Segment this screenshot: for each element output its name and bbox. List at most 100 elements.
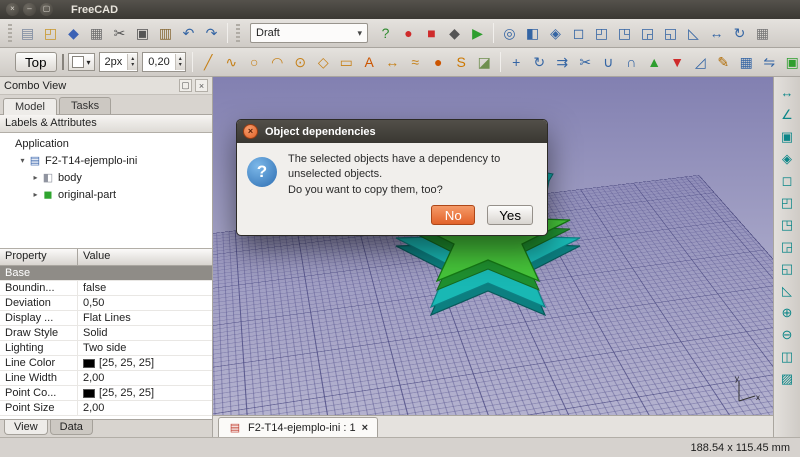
front-view-icon[interactable]: ◻ xyxy=(777,170,798,191)
3d-viewport[interactable]: y x × Object dependencies ? The selected… xyxy=(213,77,773,415)
float-panel-icon[interactable]: ▢ xyxy=(179,79,192,92)
paste-icon[interactable]: ▥ xyxy=(155,23,176,44)
document-tab[interactable]: ▤ F2-T14-ejemplo-ini : 1 × xyxy=(218,417,378,437)
rear-view-icon[interactable]: ◲ xyxy=(637,23,658,44)
draft-polygon-icon[interactable]: ◇ xyxy=(313,52,334,73)
draft-polyline-icon[interactable]: ∿ xyxy=(221,52,242,73)
open-document-icon[interactable]: ◰ xyxy=(40,23,61,44)
workbench-selector[interactable]: Draft ▾ xyxy=(250,23,368,43)
angle-measure-icon[interactable]: ∠ xyxy=(777,104,798,125)
minimize-button[interactable]: – xyxy=(23,3,36,16)
left-view-icon[interactable]: ◺ xyxy=(777,280,798,301)
line-color-swatch[interactable] xyxy=(62,54,64,70)
draft-offset-icon[interactable]: ⇉ xyxy=(552,52,573,73)
property-row[interactable]: Display ...Flat Lines xyxy=(0,311,212,326)
top-view-icon[interactable]: ◰ xyxy=(777,192,798,213)
toolbar-grip[interactable] xyxy=(236,24,240,42)
axonometric-view-icon[interactable]: ◈ xyxy=(545,23,566,44)
property-group-header[interactable]: Base xyxy=(0,266,212,281)
measure-distance-icon[interactable]: ↔ xyxy=(706,23,727,44)
property-row[interactable]: LightingTwo side xyxy=(0,341,212,356)
right-view-icon[interactable]: ◳ xyxy=(777,214,798,235)
tree-item-application[interactable]: Application xyxy=(0,135,212,152)
draft-scale-icon[interactable]: ◿ xyxy=(690,52,711,73)
new-document-icon[interactable]: ▤ xyxy=(17,23,38,44)
draft-array-icon[interactable]: ▦ xyxy=(736,52,757,73)
zoom-in-icon[interactable]: ⊕ xyxy=(777,302,798,323)
right-view-icon[interactable]: ◳ xyxy=(614,23,635,44)
bottom-view-icon[interactable]: ◱ xyxy=(660,23,681,44)
draft-clone-icon[interactable]: ▣ xyxy=(782,52,800,73)
axonometric-view-icon[interactable]: ◈ xyxy=(777,148,798,169)
texture-view-icon[interactable]: ▨ xyxy=(777,368,798,389)
face-color-dropdown[interactable]: ▾ xyxy=(68,53,95,71)
close-panel-icon[interactable]: × xyxy=(195,79,208,92)
dialog-close-button[interactable]: × xyxy=(243,124,258,139)
draft-line-icon[interactable]: ╱ xyxy=(198,52,219,73)
tree-item-document[interactable]: ▾▤F2-T14-ejemplo-ini xyxy=(0,152,212,169)
tree-item-original-part[interactable]: ▸◼original-part xyxy=(0,186,212,203)
property-row[interactable]: Boundin...false xyxy=(0,281,212,296)
yes-button[interactable]: Yes xyxy=(487,205,533,225)
draft-point-icon[interactable]: ● xyxy=(428,52,449,73)
property-row[interactable]: Draw StyleSolid xyxy=(0,326,212,341)
tab-data[interactable]: Data xyxy=(50,420,93,435)
expander-icon[interactable]: ▾ xyxy=(17,156,28,165)
draft-trimex-icon[interactable]: ✂ xyxy=(575,52,596,73)
close-document-icon[interactable]: × xyxy=(362,422,368,434)
tab-tasks[interactable]: Tasks xyxy=(59,97,111,114)
toolbar-grip[interactable] xyxy=(8,24,12,42)
selection-view-icon[interactable]: ▦ xyxy=(752,23,773,44)
whats-this-icon[interactable]: ? xyxy=(375,23,396,44)
draft-circle-icon[interactable]: ○ xyxy=(244,52,265,73)
save-document-icon[interactable]: ◆ xyxy=(63,23,84,44)
execute-macro-icon[interactable]: ▶ xyxy=(467,23,488,44)
draft-shapestring-icon[interactable]: S xyxy=(451,52,472,73)
property-row[interactable]: Line Width2,00 xyxy=(0,371,212,386)
clipping-plane-icon[interactable]: ◫ xyxy=(777,346,798,367)
tree-item-body[interactable]: ▸◧body xyxy=(0,169,212,186)
draft-arc-icon[interactable]: ◠ xyxy=(267,52,288,73)
left-view-icon[interactable]: ◺ xyxy=(683,23,704,44)
property-column-header[interactable]: Property xyxy=(0,249,78,265)
draft-rectangle-icon[interactable]: ▭ xyxy=(336,52,357,73)
maximize-button[interactable]: ▢ xyxy=(40,3,53,16)
redo-icon[interactable]: ↷ xyxy=(201,23,222,44)
expander-icon[interactable]: ▸ xyxy=(30,173,41,182)
spinner-arrows-icon[interactable]: ▴▾ xyxy=(127,54,137,70)
copy-icon[interactable]: ▣ xyxy=(132,23,153,44)
property-row[interactable]: Point Size2,00 xyxy=(0,401,212,416)
draft-move-icon[interactable]: + xyxy=(506,52,527,73)
close-button[interactable]: × xyxy=(6,3,19,16)
property-row[interactable]: Deviation0,50 xyxy=(0,296,212,311)
record-macro-icon[interactable]: ● xyxy=(398,23,419,44)
draft-ellipse-icon[interactable]: ⊙ xyxy=(290,52,311,73)
rear-view-icon[interactable]: ◲ xyxy=(777,236,798,257)
tab-model[interactable]: Model xyxy=(3,98,57,115)
property-row[interactable]: Point Co...[25, 25, 25] xyxy=(0,386,212,401)
macro-dialog-icon[interactable]: ◆ xyxy=(444,23,465,44)
draft-edit-icon[interactable]: ✎ xyxy=(713,52,734,73)
draft-downgrade-icon[interactable]: ▼ xyxy=(667,52,688,73)
top-view-icon[interactable]: ◰ xyxy=(591,23,612,44)
fit-all-icon[interactable]: ▣ xyxy=(777,126,798,147)
draft-mirror-icon[interactable]: ⇋ xyxy=(759,52,780,73)
front-view-icon[interactable]: ◻ xyxy=(568,23,589,44)
draw-style-icon[interactable]: ◧ xyxy=(522,23,543,44)
line-width-spinner[interactable]: 2px ▴▾ xyxy=(99,52,139,72)
fit-all-icon[interactable]: ◎ xyxy=(499,23,520,44)
measure-icon[interactable]: ↔ xyxy=(777,82,798,103)
draft-dimension-icon[interactable]: ↔ xyxy=(382,52,403,73)
snap-spinner[interactable]: 0,20 ▴▾ xyxy=(142,52,185,72)
property-row[interactable]: Line Color[25, 25, 25] xyxy=(0,356,212,371)
draft-join-icon[interactable]: ∪ xyxy=(598,52,619,73)
tab-view[interactable]: View xyxy=(4,420,48,435)
draft-facebinder-icon[interactable]: ◪ xyxy=(474,52,495,73)
value-column-header[interactable]: Value xyxy=(78,249,115,265)
undo-icon[interactable]: ↶ xyxy=(178,23,199,44)
refresh-view-icon[interactable]: ↻ xyxy=(729,23,750,44)
stop-macro-icon[interactable]: ■ xyxy=(421,23,442,44)
expander-icon[interactable]: ▸ xyxy=(30,190,41,199)
spinner-arrows-icon[interactable]: ▴▾ xyxy=(175,54,185,70)
draft-text-icon[interactable]: A xyxy=(359,52,380,73)
